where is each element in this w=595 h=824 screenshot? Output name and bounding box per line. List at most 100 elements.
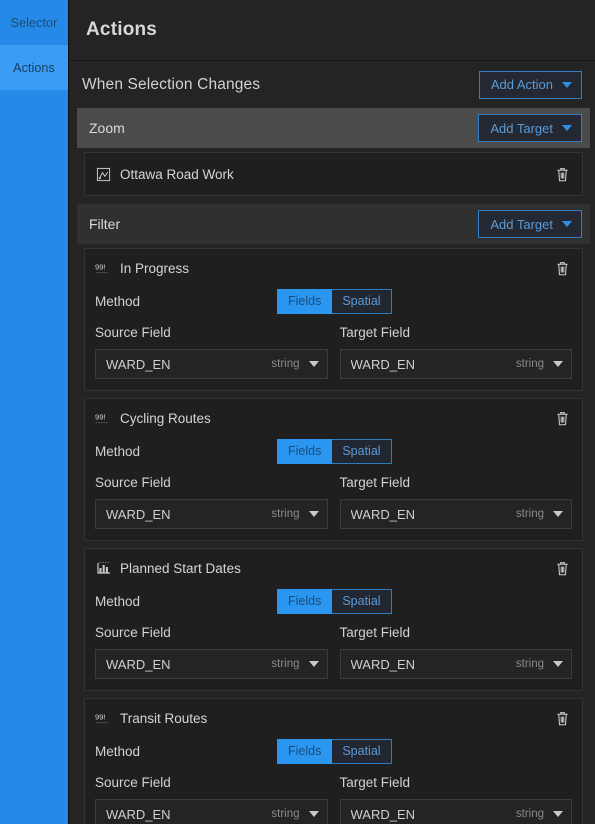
source-field-label: Source Field — [95, 625, 171, 640]
source-field-group: Source Field WARD_EN string — [95, 475, 328, 529]
source-field-group: Source Field WARD_EN string — [95, 325, 328, 379]
chevron-down-icon — [562, 125, 572, 131]
target-list: 99! In Progress Method Fields Spatial Sourc… — [77, 248, 590, 824]
target-header: 99! Transit Routes — [95, 708, 572, 728]
content-area: Actions When Selection Changes Add Actio… — [68, 0, 595, 824]
chevron-down-icon — [553, 511, 563, 517]
target-header: 99! Cycling Routes — [95, 408, 572, 428]
feature-count-icon: 99! — [95, 710, 112, 727]
sidebar-item-selector[interactable]: Selector — [0, 0, 68, 45]
sidebar-item-label: Selector — [10, 15, 58, 30]
target-field-value: WARD_EN — [350, 506, 416, 522]
target-field-label: Target Field — [339, 325, 411, 340]
target-title: 99! In Progress — [95, 260, 189, 277]
target-field-type: string — [515, 658, 544, 670]
add-target-button[interactable]: Add Target — [478, 114, 582, 142]
method-label: Method — [95, 743, 141, 759]
sidebar-filler — [0, 90, 68, 824]
target-row: Ottawa Road Work — [84, 152, 583, 196]
feature-count-icon: 99! — [95, 260, 112, 277]
target-field-label: Target Field — [339, 475, 411, 490]
chevron-down-icon — [553, 811, 563, 817]
method-spatial-button[interactable]: Spatial — [332, 288, 392, 314]
target-field-select[interactable]: WARD_EN string — [339, 349, 572, 379]
trash-icon — [556, 261, 568, 275]
action-block: Zoom Add Target Ottawa Road Work — [77, 108, 590, 196]
target-field-label: Target Field — [339, 775, 411, 790]
delete-target-button[interactable] — [552, 164, 572, 184]
feature-count-icon: 99! — [95, 410, 112, 427]
source-field-select[interactable]: WARD_EN string — [95, 349, 328, 379]
titlebar: Actions — [69, 0, 595, 61]
sidebar-item-label: Actions — [13, 60, 55, 75]
target-field-select[interactable]: WARD_EN string — [339, 799, 572, 824]
target-field-select[interactable]: WARD_EN string — [339, 499, 572, 529]
field-mapping-row: Source Field WARD_EN string Target Field WAR… — [95, 475, 572, 529]
sidebar-item-actions[interactable]: Actions — [0, 45, 68, 90]
action-name: Zoom — [89, 120, 125, 136]
source-field-label: Source Field — [95, 475, 171, 490]
method-fields-button[interactable]: Fields — [277, 738, 333, 764]
method-spatial-button[interactable]: Spatial — [332, 438, 392, 464]
target-field-group: Target Field WARD_EN string — [339, 775, 572, 824]
actions-scroll-region[interactable]: When Selection Changes Add Action Zoom Ad… — [69, 61, 595, 824]
chevron-down-icon — [562, 221, 572, 227]
source-field-type: string — [271, 508, 300, 520]
field-mapping-row: Source Field WARD_EN string Target Field WAR… — [95, 775, 572, 824]
source-field-value: WARD_EN — [106, 356, 171, 372]
page-title: Actions — [86, 19, 158, 40]
trash-icon — [556, 167, 568, 181]
source-field-select[interactable]: WARD_EN string — [95, 499, 328, 529]
source-field-value: WARD_EN — [106, 506, 171, 522]
target-field-type: string — [515, 808, 544, 820]
source-field-type: string — [271, 358, 300, 370]
target-row: 99! Cycling Routes Method Fields Spatial So… — [84, 398, 583, 541]
target-row: 99! In Progress Method Fields Spatial Sourc… — [84, 248, 583, 391]
source-field-type: string — [271, 808, 300, 820]
method-row: Method Fields Spatial — [95, 588, 572, 614]
delete-target-button[interactable] — [552, 258, 572, 278]
field-mapping-row: Source Field WARD_EN string Target Field WAR… — [95, 625, 572, 679]
add-target-button[interactable]: Add Target — [478, 210, 582, 238]
method-toggle-group: Fields Spatial — [277, 738, 392, 764]
source-field-select[interactable]: WARD_EN string — [95, 799, 328, 824]
trash-icon — [556, 411, 568, 425]
trigger-row: When Selection Changes Add Action — [77, 61, 590, 108]
source-field-label: Source Field — [95, 325, 171, 340]
method-toggle-group: Fields Spatial — [277, 438, 392, 464]
target-title: 99! Cycling Routes — [95, 410, 211, 427]
source-field-select[interactable]: WARD_EN string — [95, 649, 328, 679]
delete-target-button[interactable] — [552, 408, 572, 428]
add-target-label: Add Target — [490, 216, 553, 232]
chevron-down-icon — [308, 661, 319, 667]
method-spatial-button[interactable]: Spatial — [332, 738, 392, 764]
target-title: 99! Transit Routes — [95, 710, 207, 727]
feature-count-icon: 99! — [95, 263, 108, 274]
method-label: Method — [95, 293, 141, 309]
method-fields-button[interactable]: Fields — [277, 438, 333, 464]
trash-icon — [556, 561, 568, 575]
method-fields-button[interactable]: Fields — [277, 288, 333, 314]
method-toggle-group: Fields Spatial — [277, 588, 392, 614]
method-label: Method — [95, 593, 141, 609]
target-field-value: WARD_EN — [350, 656, 416, 672]
target-field-group: Target Field WARD_EN string — [339, 625, 572, 679]
trash-icon — [556, 711, 568, 725]
method-toggle-group: Fields Spatial — [277, 288, 392, 314]
chevron-down-icon — [553, 361, 563, 367]
source-field-label: Source Field — [95, 775, 171, 790]
add-action-button[interactable]: Add Action — [478, 70, 582, 99]
sidebar: Selector Actions — [0, 0, 68, 824]
source-field-type: string — [271, 658, 300, 670]
target-field-type: string — [515, 508, 544, 520]
delete-target-button[interactable] — [552, 558, 572, 578]
target-title-label: Planned Start Dates — [120, 560, 241, 576]
target-field-group: Target Field WARD_EN string — [339, 325, 572, 379]
method-fields-button[interactable]: Fields — [277, 588, 333, 614]
feature-count-icon: 99! — [95, 713, 108, 724]
target-header: 99! In Progress — [95, 258, 572, 278]
delete-target-button[interactable] — [552, 708, 572, 728]
target-field-select[interactable]: WARD_EN string — [339, 649, 572, 679]
method-row: Method Fields Spatial — [95, 288, 572, 314]
method-spatial-button[interactable]: Spatial — [332, 588, 392, 614]
